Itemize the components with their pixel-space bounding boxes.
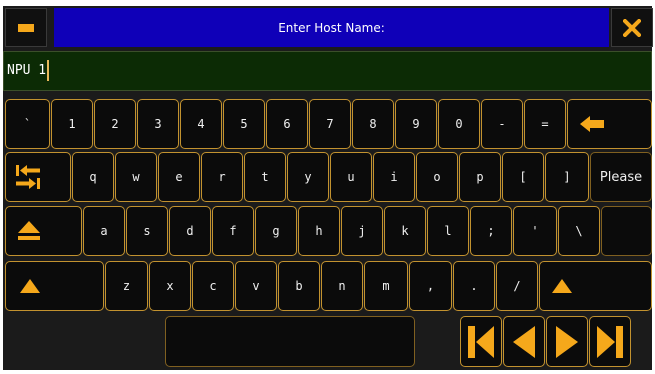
key-0[interactable]: 0 [438, 99, 480, 149]
triangle-right-icon [556, 325, 578, 358]
capslock-key[interactable] [5, 206, 82, 256]
minus-icon [18, 23, 34, 32]
key-z[interactable]: z [105, 261, 148, 311]
key-5[interactable]: 5 [223, 99, 265, 149]
keyboard-dialog: Enter Host Name: NPU 1 ` 1 2 3 4 5 6 7 8… [0, 0, 655, 374]
key-s[interactable]: s [126, 206, 168, 256]
key-e[interactable]: e [158, 152, 200, 202]
key-n[interactable]: n [321, 261, 363, 311]
key-9[interactable]: 9 [395, 99, 437, 149]
key-y[interactable]: y [287, 152, 329, 202]
dialog-title: Enter Host Name: [54, 8, 609, 47]
skip-to-end-icon [597, 325, 623, 358]
key-l[interactable]: l [427, 206, 469, 256]
next-key[interactable] [546, 316, 588, 367]
key-a[interactable]: a [83, 206, 125, 256]
close-button[interactable] [611, 8, 653, 47]
key-2[interactable]: 2 [94, 99, 136, 149]
key-semicolon[interactable]: ; [470, 206, 512, 256]
key-u[interactable]: u [330, 152, 372, 202]
key-8[interactable]: 8 [352, 99, 394, 149]
last-key[interactable] [589, 316, 631, 367]
key-w[interactable]: w [115, 152, 157, 202]
key-3[interactable]: 3 [137, 99, 179, 149]
prev-key[interactable] [503, 316, 545, 367]
key-r[interactable]: r [201, 152, 243, 202]
key-b[interactable]: b [278, 261, 320, 311]
backspace-key[interactable] [567, 99, 652, 149]
key-slash[interactable]: / [496, 261, 538, 311]
key-1[interactable]: 1 [51, 99, 93, 149]
tab-icon [16, 165, 40, 189]
key-period[interactable]: . [453, 261, 495, 311]
key-backtick[interactable]: ` [5, 99, 50, 149]
key-4[interactable]: 4 [180, 99, 222, 149]
key-6[interactable]: 6 [266, 99, 308, 149]
left-shift-key[interactable] [5, 261, 104, 311]
key-h[interactable]: h [298, 206, 340, 256]
skip-to-start-icon [468, 325, 494, 358]
key-p[interactable]: p [459, 152, 501, 202]
space-key[interactable] [165, 316, 415, 367]
input-value: NPU 1 [7, 63, 47, 78]
key-m[interactable]: m [364, 261, 408, 311]
right-shift-key[interactable] [539, 261, 652, 311]
please-key[interactable]: Please [590, 152, 652, 202]
key-c[interactable]: c [192, 261, 234, 311]
key-g[interactable]: g [255, 206, 297, 256]
key-comma[interactable]: , [409, 261, 452, 311]
key-q[interactable]: q [72, 152, 114, 202]
text-caret [47, 60, 49, 81]
title-bar: Enter Host Name: [3, 6, 653, 49]
key-j[interactable]: j [341, 206, 383, 256]
key-d[interactable]: d [169, 206, 211, 256]
host-name-input[interactable]: NPU 1 [3, 51, 652, 91]
key-k[interactable]: k [384, 206, 426, 256]
key-left-bracket[interactable]: [ [502, 152, 544, 202]
key-7[interactable]: 7 [309, 99, 351, 149]
key-minus[interactable]: - [481, 99, 523, 149]
enter-key[interactable] [601, 206, 652, 256]
triangle-up-icon [552, 279, 572, 293]
minimize-button[interactable] [5, 8, 47, 47]
key-t[interactable]: t [244, 152, 286, 202]
key-backslash[interactable]: \ [558, 206, 600, 256]
key-v[interactable]: v [235, 261, 277, 311]
key-x[interactable]: x [149, 261, 191, 311]
tab-key[interactable] [5, 152, 71, 202]
arrow-left-icon [580, 115, 604, 133]
key-o[interactable]: o [416, 152, 458, 202]
key-i[interactable]: i [373, 152, 415, 202]
key-f[interactable]: f [212, 206, 254, 256]
eject-icon [18, 221, 40, 241]
key-right-bracket[interactable]: ] [545, 152, 589, 202]
triangle-up-icon [20, 279, 40, 293]
key-equals[interactable]: = [524, 99, 566, 149]
close-x-icon [623, 18, 641, 37]
first-key[interactable] [460, 316, 502, 367]
key-quote[interactable]: ' [513, 206, 557, 256]
triangle-left-icon [513, 325, 535, 358]
